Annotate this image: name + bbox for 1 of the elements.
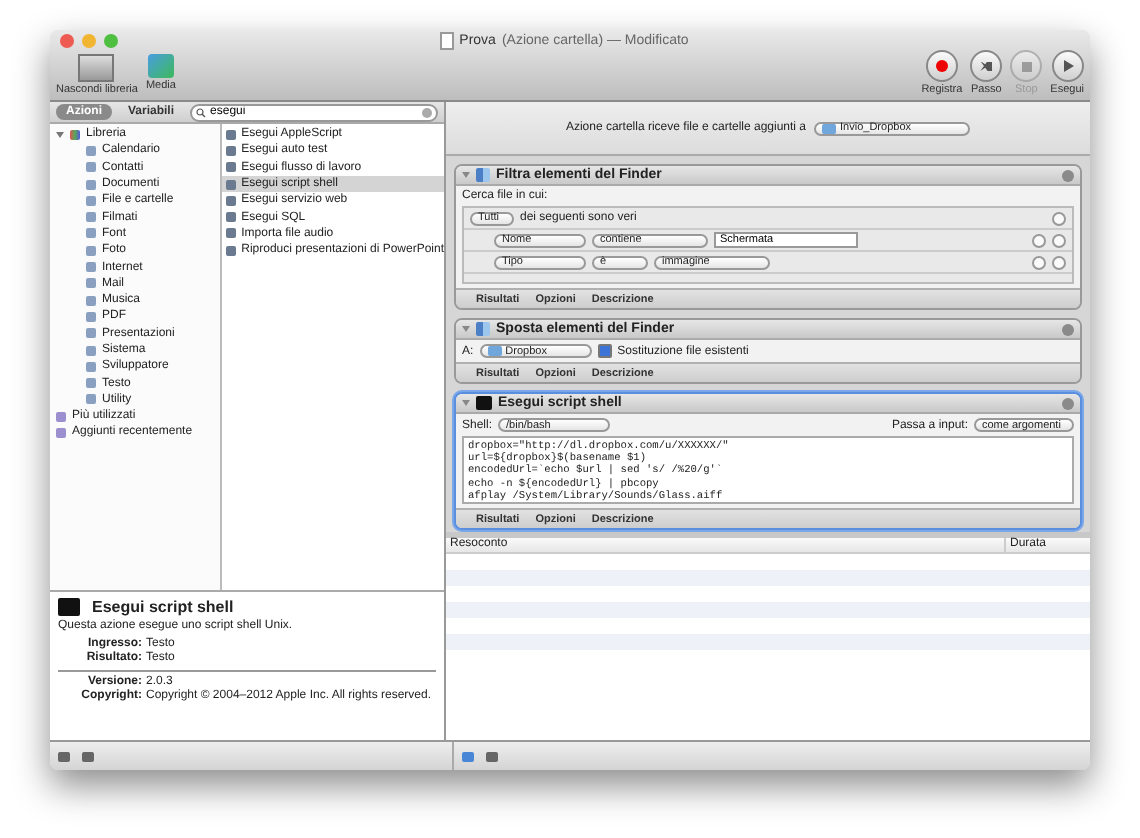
description-title: Esegui script shell [92,598,234,616]
